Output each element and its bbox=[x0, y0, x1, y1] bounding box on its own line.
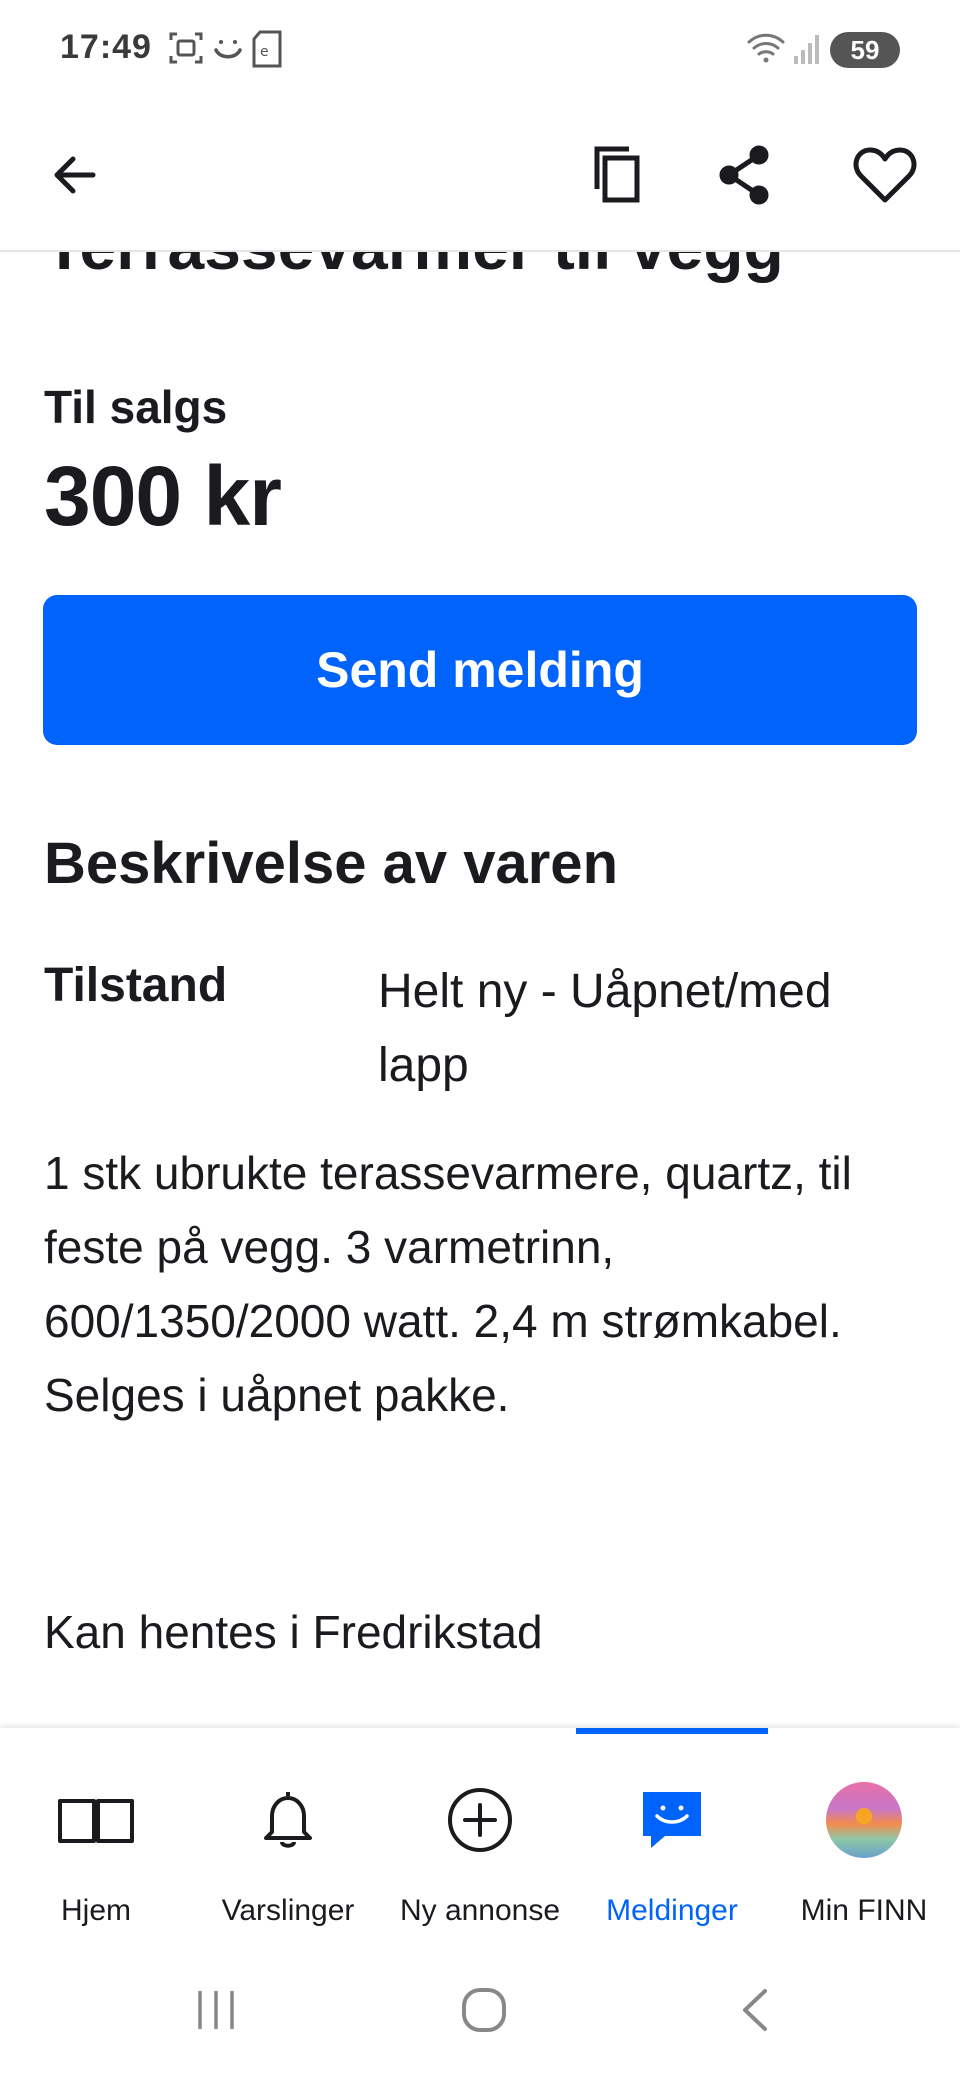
recents-icon bbox=[198, 1991, 234, 2029]
battery-indicator: 59 bbox=[830, 32, 900, 68]
nav-label-my-finn: Min FINN bbox=[800, 1894, 928, 1927]
screenshot-icon bbox=[168, 30, 204, 71]
listing-price: 300 kr bbox=[44, 449, 282, 543]
heart-icon bbox=[853, 147, 917, 203]
sim-e-icon: e bbox=[250, 30, 284, 73]
copy-icon bbox=[594, 146, 640, 203]
send-message-button[interactable]: Send melding bbox=[43, 595, 917, 745]
signal-icon bbox=[792, 30, 820, 71]
plus-circle-icon bbox=[440, 1780, 520, 1860]
home-outline-icon bbox=[462, 1988, 506, 2032]
app-bar bbox=[0, 100, 960, 252]
share-icon bbox=[719, 145, 769, 205]
system-nav-bar bbox=[0, 1940, 960, 2080]
favorite-button[interactable] bbox=[840, 130, 930, 220]
bell-icon bbox=[248, 1780, 328, 1860]
arrow-left-icon bbox=[54, 156, 96, 194]
back-button[interactable] bbox=[30, 130, 120, 220]
bottom-nav: Hjem Varslinger Ny annonse Meldinger Min… bbox=[0, 1728, 960, 1940]
chevron-left-icon bbox=[743, 1989, 767, 2031]
nav-item-new-ad[interactable]: Ny annonse bbox=[384, 1728, 576, 1940]
description-text: 1 stk ubrukte terassevarmere, quartz, ti… bbox=[44, 1147, 852, 1421]
home-button[interactable] bbox=[444, 1980, 524, 2040]
chat-icon bbox=[632, 1780, 712, 1860]
wifi-icon bbox=[746, 30, 786, 71]
nav-item-notifications[interactable]: Varslinger bbox=[192, 1728, 384, 1940]
listing-content: Terrassevarmer til vegg Til salgs 300 kr… bbox=[0, 250, 960, 1730]
status-time: 17:49 bbox=[60, 28, 152, 66]
nav-label-home: Hjem bbox=[60, 1894, 131, 1927]
smile-icon bbox=[210, 30, 246, 71]
nav-label-messages: Meldinger bbox=[606, 1894, 738, 1927]
recent-apps-button[interactable] bbox=[176, 1980, 256, 2040]
share-button[interactable] bbox=[700, 130, 790, 220]
condition-label: Tilstand bbox=[44, 959, 228, 1012]
listing-title: Terrassevarmer til vegg bbox=[44, 250, 784, 284]
for-sale-label: Til salgs bbox=[44, 381, 228, 433]
avatar bbox=[824, 1780, 904, 1860]
system-back-button[interactable] bbox=[714, 1980, 794, 2040]
status-bar: 17:49 e 59 bbox=[0, 0, 960, 100]
nav-label-new-ad: Ny annonse bbox=[399, 1894, 561, 1927]
condition-value: Helt ny - Uåpnet/med lapp bbox=[378, 965, 832, 1092]
book-icon bbox=[56, 1780, 136, 1860]
copy-link-button[interactable] bbox=[572, 130, 662, 220]
pickup-text: Kan hentes i Fredrikstad bbox=[44, 1606, 543, 1658]
nav-item-my-finn[interactable]: Min FINN bbox=[768, 1728, 960, 1940]
svg-text:e: e bbox=[260, 44, 269, 60]
nav-label-notifications: Varslinger bbox=[221, 1894, 355, 1927]
nav-item-home[interactable]: Hjem bbox=[0, 1728, 192, 1940]
nav-item-messages[interactable]: Meldinger bbox=[576, 1728, 768, 1940]
description-heading: Beskrivelse av varen bbox=[44, 831, 618, 896]
